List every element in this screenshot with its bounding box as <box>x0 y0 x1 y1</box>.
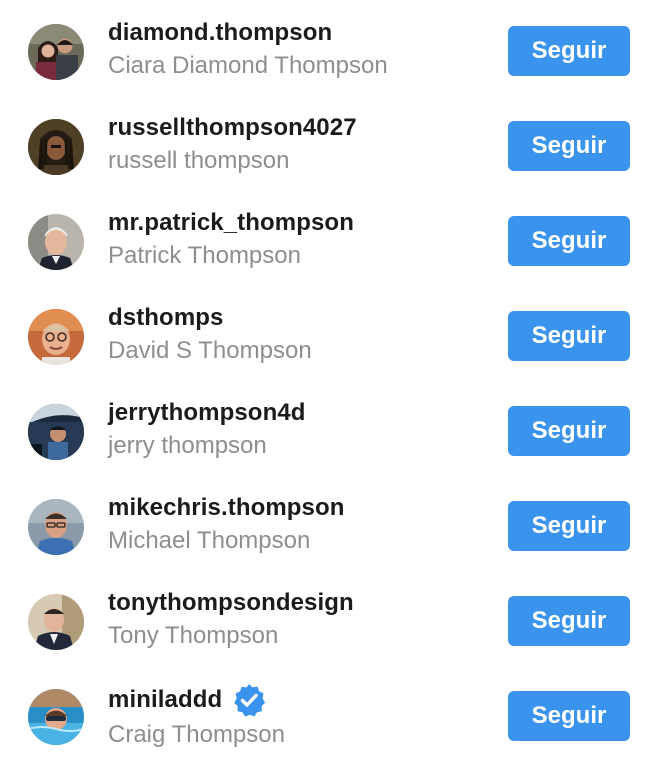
list-item[interactable]: russellthompson4027 russell thompson Seg… <box>0 95 660 190</box>
follow-button[interactable]: Seguir <box>508 26 630 76</box>
user-text: jerrythompson4d jerry thompson <box>108 398 500 462</box>
full-name: Patrick Thompson <box>108 242 301 269</box>
full-name: Craig Thompson <box>108 721 285 748</box>
full-name: David S Thompson <box>108 337 312 364</box>
follow-button[interactable]: Seguir <box>508 216 630 266</box>
full-name: jerry thompson <box>108 432 267 459</box>
user-text: diamond.thompson Ciara Diamond Thompson <box>108 18 500 82</box>
user-text: mikechris.thompson Michael Thompson <box>108 493 500 557</box>
full-name: Ciara Diamond Thompson <box>108 52 388 79</box>
full-name: Michael Thompson <box>108 527 311 554</box>
man-in-pool-avatar[interactable] <box>28 689 84 745</box>
man-blue-shirt-avatar[interactable] <box>28 499 84 555</box>
list-item[interactable]: mikechris.thompson Michael Thompson Segu… <box>0 475 660 570</box>
username[interactable]: miniladdd <box>108 683 500 717</box>
list-item[interactable]: diamond.thompson Ciara Diamond Thompson … <box>0 0 660 95</box>
man-in-car-avatar[interactable] <box>28 404 84 460</box>
full-name: Tony Thompson <box>108 622 279 649</box>
username[interactable]: dsthomps <box>108 303 500 333</box>
username[interactable]: mikechris.thompson <box>108 493 500 523</box>
list-item[interactable]: tonythompsondesign Tony Thompson Seguir <box>0 570 660 665</box>
list-item[interactable]: dsthomps David S Thompson Seguir <box>0 285 660 380</box>
user-text: tonythompsondesign Tony Thompson <box>108 588 500 652</box>
list-item[interactable]: miniladdd Craig Thompson Seguir <box>0 665 660 760</box>
username[interactable]: jerrythompson4d <box>108 398 500 428</box>
user-text: dsthomps David S Thompson <box>108 303 500 367</box>
follow-button[interactable]: Seguir <box>508 501 630 551</box>
man-suit-avatar[interactable] <box>28 594 84 650</box>
full-name: russell thompson <box>108 147 290 174</box>
list-item[interactable]: jerrythompson4d jerry thompson Seguir <box>0 380 660 475</box>
follow-button[interactable]: Seguir <box>508 691 630 741</box>
couple-photo-avatar[interactable] <box>28 24 84 80</box>
user-text: russellthompson4027 russell thompson <box>108 113 500 177</box>
follow-button[interactable]: Seguir <box>508 121 630 171</box>
man-gray-hair-avatar[interactable] <box>28 214 84 270</box>
man-glasses-avatar[interactable] <box>28 309 84 365</box>
user-text: mr.patrick_thompson Patrick Thompson <box>108 208 500 272</box>
man-dreadlocks-avatar[interactable] <box>28 119 84 175</box>
user-text: miniladdd Craig Thompson <box>108 683 500 751</box>
username[interactable]: russellthompson4027 <box>108 113 500 143</box>
follow-button[interactable]: Seguir <box>508 311 630 361</box>
username[interactable]: mr.patrick_thompson <box>108 208 500 238</box>
username[interactable]: diamond.thompson <box>108 18 500 48</box>
follow-button[interactable]: Seguir <box>508 596 630 646</box>
follow-button[interactable]: Seguir <box>508 406 630 456</box>
list-item[interactable]: mr.patrick_thompson Patrick Thompson Seg… <box>0 190 660 285</box>
username[interactable]: tonythompsondesign <box>108 588 500 618</box>
verified-badge-icon <box>232 683 266 717</box>
